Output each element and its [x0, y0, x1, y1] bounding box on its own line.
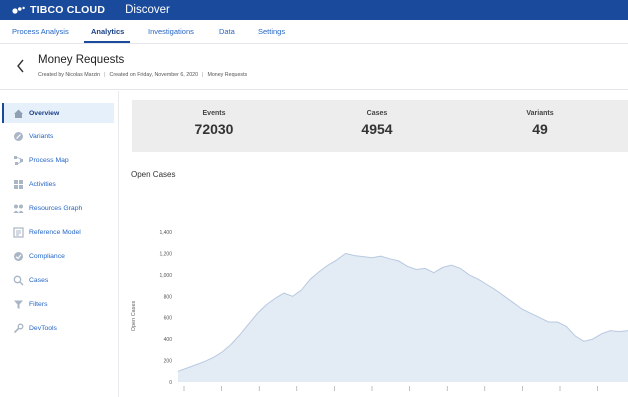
home-icon [12, 107, 24, 119]
stat-cases-value: 4954 [361, 121, 393, 137]
y-tick-label: 1,400 [159, 230, 172, 236]
sidebar-item-label: Reference Model [29, 228, 81, 236]
summary-stats: Events 72030 Cases 4954 Variants 49 [132, 100, 628, 152]
chart-title: Open Cases [131, 170, 176, 179]
stat-events-label: Events [202, 110, 226, 117]
stat-variants-label: Variants [526, 110, 554, 117]
sidebar-item-process-map[interactable]: Process Map [4, 150, 116, 170]
tab-investigations[interactable]: Investigations [148, 27, 194, 36]
sidebar-item-devtools[interactable]: DevTools [4, 318, 116, 338]
stat-cases: Cases 4954 [322, 100, 432, 137]
back-arrow-icon[interactable] [14, 57, 28, 75]
brand-logo[interactable]: TIBCO CLOUD [12, 4, 105, 16]
created-on: Created on Friday, November 6, 2020 [109, 72, 199, 78]
sidebar-item-resources-graph[interactable]: Resources Graph [4, 198, 116, 218]
tab-data[interactable]: Data [219, 27, 235, 36]
stat-cases-label: Cases [366, 110, 388, 117]
sidebar-item-label: Resources Graph [29, 204, 83, 212]
filter-icon [12, 298, 24, 310]
tibco-logo-icon [12, 6, 25, 14]
dataset-name: Money Requests [207, 72, 248, 78]
variants-icon [12, 130, 24, 142]
stat-variants-value: 49 [532, 121, 548, 137]
top-bar: TIBCO CLOUD Discover [0, 0, 628, 20]
created-by: Created by Nicolas Marzin [38, 72, 101, 78]
stat-variants: Variants 49 [485, 100, 595, 137]
cases-icon [12, 274, 24, 286]
wrench-icon [12, 322, 24, 334]
y-tick-label: 600 [164, 316, 173, 322]
sidebar: Overview Variants Process Map Activities… [0, 91, 119, 397]
sidebar-item-label: Variants [29, 132, 54, 140]
app-title: Discover [125, 4, 170, 16]
y-axis-label: Open Cases [131, 300, 137, 331]
sidebar-item-variants[interactable]: Variants [4, 126, 116, 146]
y-tick-label: 0 [169, 380, 172, 386]
tab-settings[interactable]: Settings [258, 27, 285, 36]
sidebar-item-label: Compliance [29, 252, 65, 260]
y-tick-label: 400 [164, 337, 173, 343]
sidebar-item-filters[interactable]: Filters [4, 294, 116, 314]
tab-analytics[interactable]: Analytics [91, 27, 124, 36]
stat-events: Events 72030 [159, 100, 269, 137]
compliance-icon [12, 250, 24, 262]
sidebar-item-reference-model[interactable]: Reference Model [4, 222, 116, 242]
active-tab-indicator [84, 41, 130, 43]
sidebar-item-cases[interactable]: Cases [4, 270, 116, 290]
process-map-icon [12, 154, 24, 166]
resources-icon [12, 202, 24, 214]
page-meta: Created by Nicolas Marzin | Created on Fri… [38, 72, 248, 78]
sidebar-item-label: Process Map [29, 156, 69, 164]
brand-name: TIBCO CLOUD [30, 4, 106, 16]
sidebar-item-activities[interactable]: Activities [4, 174, 116, 194]
open-cases-area [178, 253, 628, 382]
y-tick-label: 800 [164, 294, 173, 300]
sidebar-item-label: Activities [29, 180, 56, 188]
sidebar-item-label: Overview [29, 109, 60, 117]
sidebar-item-label: DevTools [29, 324, 57, 332]
y-tick-label: 200 [164, 359, 173, 365]
sidebar-item-overview[interactable]: Overview [2, 103, 114, 123]
tab-process-analysis[interactable]: Process Analysis [12, 27, 69, 36]
y-tick-label: 1,200 [159, 251, 172, 257]
sidebar-item-compliance[interactable]: Compliance [4, 246, 116, 266]
open-cases-chart: 0 200 400 600 800 1,000 1,200 1,400 Open Cases [131, 230, 628, 391]
y-tick-label: 1,000 [159, 273, 172, 279]
activities-icon [12, 178, 24, 190]
page-header: Money Requests Created by Nicolas Marzin… [0, 44, 628, 90]
reference-model-icon [12, 226, 24, 238]
sidebar-item-label: Filters [29, 300, 48, 308]
page-title: Money Requests [38, 54, 125, 66]
sidebar-item-label: Cases [29, 276, 49, 284]
stat-events-value: 72030 [194, 121, 234, 137]
